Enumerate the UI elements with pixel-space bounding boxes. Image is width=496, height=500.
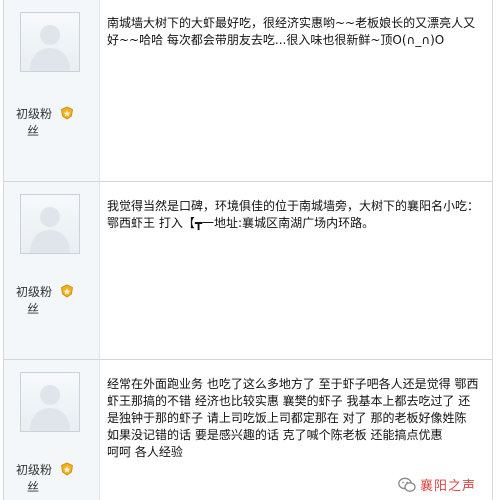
watermark-text: 襄阳之声 xyxy=(419,479,476,494)
forum-thread: 初级粉 丝 南城墙大树下的大虾最好吃，很经济实惠哟~~老板娘长的又漂亮人又好~~… xyxy=(3,0,493,500)
forum-post: 初级粉 丝 我觉得当然是口碑，环境俱佳的位于南城墙旁，大树下的襄阳名小吃：鄂西虾… xyxy=(4,182,492,360)
post-content: 经常在外面跑业务 也吃了这么多地方了 至于虾子吧各人还是觉得 鄂西虾王那搞的不错… xyxy=(107,377,479,459)
post-author-sidebar: 初级粉 丝 xyxy=(4,360,100,500)
default-avatar-icon xyxy=(30,207,70,253)
forum-post: 初级粉 丝 南城墙大树下的大虾最好吃，很经济实惠哟~~老板娘长的又漂亮人又好~~… xyxy=(4,0,492,182)
user-rank-label: 初级粉 xyxy=(16,107,53,121)
post-author-sidebar: 初级粉 丝 xyxy=(4,182,100,359)
user-rank-label: 初级粉 xyxy=(16,463,53,477)
wechat-icon xyxy=(398,477,416,492)
avatar[interactable] xyxy=(20,372,80,432)
user-rank: 初级粉 丝 xyxy=(16,106,86,140)
rank-medal-icon xyxy=(60,106,73,120)
user-rank-label-cont: 丝 xyxy=(27,302,40,316)
user-rank-label-cont: 丝 xyxy=(27,124,40,138)
post-author-sidebar: 初级粉 丝 xyxy=(4,0,100,181)
default-avatar-icon xyxy=(30,25,70,71)
source-watermark: 襄阳之声 xyxy=(398,475,476,494)
avatar[interactable] xyxy=(20,194,80,254)
post-content: 南城墙大树下的大虾最好吃，很经济实惠哟~~老板娘长的又漂亮人又好~~哈哈 每次都… xyxy=(107,16,476,47)
user-rank-label-cont: 丝 xyxy=(27,480,40,494)
post-content: 我觉得当然是口碑，环境俱佳的位于南城墙旁，大树下的襄阳名小吃：鄂西虾王 打入【┳… xyxy=(107,199,480,230)
rank-medal-icon xyxy=(60,284,73,298)
user-rank-label: 初级粉 xyxy=(16,285,53,299)
default-avatar-icon xyxy=(30,385,70,431)
user-rank: 初级粉 丝 xyxy=(16,462,86,496)
avatar[interactable] xyxy=(20,12,80,72)
rank-medal-icon xyxy=(60,462,73,476)
user-rank: 初级粉 丝 xyxy=(16,284,86,318)
